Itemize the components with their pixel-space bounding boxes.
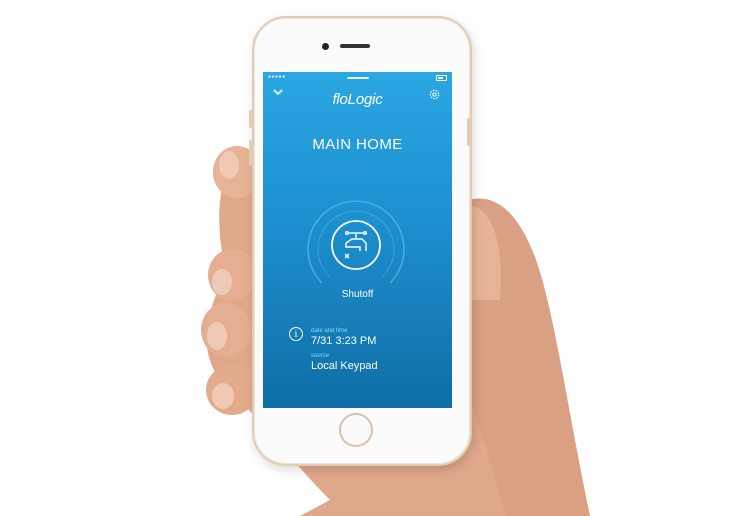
valve-status-gauge[interactable]	[302, 191, 410, 299]
front-camera	[322, 43, 329, 50]
app-logo: floLogic	[332, 91, 383, 108]
source-label: source	[311, 353, 330, 359]
datetime-label: date and time	[311, 328, 348, 334]
valve-status-label: Shutoff	[341, 289, 374, 300]
signal-indicator: ●●●●●	[268, 74, 286, 80]
home-button[interactable]	[339, 413, 373, 447]
phone-volume-button	[249, 140, 252, 166]
status-bar-indicator	[347, 77, 369, 79]
phone-side-button	[249, 110, 252, 128]
app-screen: ●●●●● floLogic MAIN HOME Shutoff i date …	[263, 72, 452, 408]
info-icon[interactable]: i	[289, 327, 303, 341]
battery-icon	[436, 75, 447, 81]
gear-icon[interactable]	[428, 88, 441, 101]
phone-power-button	[467, 118, 470, 146]
datetime-value: 7/31 3:23 PM	[311, 335, 377, 347]
earpiece-speaker	[340, 44, 370, 48]
source-value: Local Keypad	[311, 360, 378, 372]
page-title: MAIN HOME	[312, 136, 403, 153]
faucet-shutoff-icon	[344, 231, 368, 259]
